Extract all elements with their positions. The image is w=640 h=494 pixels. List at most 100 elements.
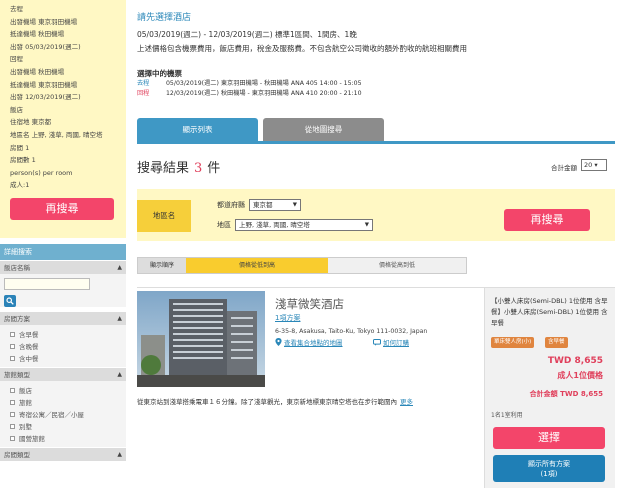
chevron-up-icon: ▲ bbox=[117, 451, 122, 458]
per-page-value: 20 bbox=[584, 161, 593, 169]
return-arrive-airport: 抵達機場 東京羽田機場 bbox=[10, 80, 78, 89]
area-label: 地區名 bbox=[137, 200, 191, 232]
lodging-type-section: 旅館類型 ▲ 飯店 旅館 寄宿公寓／民宿／小屋 別墅 國營旅館 bbox=[0, 367, 126, 447]
lodging-option-guesthouse[interactable]: 寄宿公寓／民宿／小屋 bbox=[10, 408, 122, 420]
how-to-book-link[interactable]: 如何訂購 bbox=[373, 337, 409, 347]
prefecture-select[interactable]: 東京都 ▼ bbox=[249, 199, 301, 211]
sort-label: 顯示順序 bbox=[138, 258, 186, 273]
lodging-option-hotel[interactable]: 飯店 bbox=[10, 384, 122, 396]
results-suffix: 件 bbox=[207, 161, 221, 176]
room-price: TWD 8,655 bbox=[547, 356, 603, 366]
booking-summary: 去程 出發機場 東京羽田機場 抵達機場 秋田機場 出發 05/03/2019(週… bbox=[0, 0, 126, 238]
show-all-plans-label: 顯示所有方案 bbox=[528, 460, 570, 468]
hotel-photo[interactable] bbox=[137, 291, 265, 387]
room-type-section-toggle[interactable]: 房間類型 ▲ bbox=[0, 447, 126, 461]
return-date: 出發 12/03/2019(週二) bbox=[10, 93, 81, 102]
return-flight-tag: 回程 bbox=[137, 90, 150, 97]
hotel-name-section-title: 飯店名稱 bbox=[4, 264, 30, 272]
lodging-option-national-inn[interactable]: 國營旅館 bbox=[10, 432, 122, 444]
price-note: 上述價格包含機票費用，飯店費用，稅金及服務費。不包含航空公司徵收的額外酌收的航班… bbox=[137, 44, 467, 53]
sort-price-high-to-low[interactable]: 價格從高到低 bbox=[328, 258, 466, 273]
show-all-plans-button[interactable]: 顯示所有方案 (1項) bbox=[493, 455, 605, 482]
lodging-option-label: 別墅 bbox=[19, 423, 32, 431]
region-row: 地區 上野, 淺草, 両國, 晴空塔 ▼ bbox=[217, 219, 373, 231]
stay-prefecture: 住宿地 東京都 bbox=[10, 118, 52, 127]
results-prefix: 搜尋結果 bbox=[137, 161, 190, 176]
results-title: 搜尋結果 3 件 bbox=[137, 157, 220, 176]
meal-plan-section-title: 房間方案 bbox=[4, 315, 30, 323]
outbound-arrive-airport: 抵達機場 秋田機場 bbox=[10, 30, 65, 39]
sidebar-research-button[interactable]: 再搜尋 bbox=[10, 197, 114, 220]
outbound-flight-tag: 去程 bbox=[137, 80, 150, 87]
return-flight-detail: 12/03/2019(週二) 秋田機場 - 東京羽田機場 ANA 410 20:… bbox=[166, 90, 362, 97]
prefecture-value: 東京都 bbox=[253, 201, 273, 209]
meal-option-dinner[interactable]: 含晚餐 bbox=[10, 340, 122, 352]
region-label: 地區 bbox=[217, 221, 231, 229]
per-adult-price-label: 成人1位價格 bbox=[557, 371, 603, 380]
chevron-up-icon: ▲ bbox=[117, 264, 122, 271]
chevron-down-icon: ▾ bbox=[594, 161, 598, 169]
more-link[interactable]: 更多 bbox=[400, 398, 413, 406]
return-flight-row: 回程 12/03/2019(週二) 秋田機場 - 東京羽田機場 ANA 410 … bbox=[137, 89, 615, 99]
room-count: 房間 1 bbox=[10, 143, 30, 152]
meal-option-label: 含早餐 bbox=[19, 331, 39, 339]
return-label: 回程 bbox=[10, 55, 23, 64]
meal-option-breakfast[interactable]: 含早餐 bbox=[10, 328, 122, 340]
plan-count-link[interactable]: 1項方案 bbox=[275, 313, 300, 323]
checkbox[interactable] bbox=[10, 387, 15, 393]
sidebar: 去程 出發機場 東京羽田機場 抵達機場 秋田機場 出發 05/03/2019(週… bbox=[0, 0, 126, 494]
prefecture-row: 都道府縣 東京都 ▼ bbox=[217, 199, 301, 211]
adult-count: 成人:1 bbox=[10, 181, 30, 190]
room-plan-panel: 【小雙人床房(Semi-DBL) 1位使用 含早餐】小雙人床房(Semi-DBL… bbox=[484, 288, 615, 488]
checkbox[interactable] bbox=[10, 355, 15, 361]
hotel-name-input[interactable] bbox=[4, 278, 90, 290]
meal-option-label: 含晚餐 bbox=[19, 343, 39, 351]
lodging-option-label: 飯店 bbox=[19, 387, 32, 395]
meeting-point-map-link-label: 查看集合地點的地圖 bbox=[284, 339, 343, 347]
selected-flights-title: 選擇中的機票 bbox=[137, 69, 182, 78]
hotel-search-button[interactable] bbox=[4, 295, 16, 307]
hotel-name-section-toggle[interactable]: 飯店名稱 ▲ bbox=[0, 260, 126, 274]
total-price-label: 合計金額 bbox=[551, 164, 577, 172]
meal-option-label: 含中餐 bbox=[19, 355, 39, 363]
checkbox[interactable] bbox=[10, 435, 15, 441]
meal-plan-section-toggle[interactable]: 房間方案 ▲ bbox=[0, 311, 126, 325]
meal-badge: 含早餐 bbox=[545, 337, 568, 348]
persons-per-room-label: person(s) per room bbox=[10, 168, 73, 177]
sort-price-low-to-high[interactable]: 價格從低到高 bbox=[186, 258, 328, 273]
stay-area: 地區名 上野, 淺草, 両國, 晴空塔 bbox=[10, 130, 103, 139]
hotel-description: 從東京站到淺草搭乘電車１６分鐘。除了淺草觀光，東京新地標東京晴空塔也在步行範圍內… bbox=[137, 396, 487, 406]
lodging-option-label: 寄宿公寓／民宿／小屋 bbox=[19, 411, 84, 419]
detail-search-header: 詳細搜索 bbox=[0, 244, 126, 260]
checkbox[interactable] bbox=[10, 399, 15, 405]
hotel-card: 淺草微笑酒店 1項方案 6-35-8, Asakusa, Taito-Ku, T… bbox=[137, 287, 615, 488]
region-select[interactable]: 上野, 淺草, 両國, 晴空塔 ▼ bbox=[235, 219, 373, 231]
lodging-option-villa[interactable]: 別墅 bbox=[10, 420, 122, 432]
chevron-up-icon: ▲ bbox=[117, 371, 122, 378]
room-plan-description: 【小雙人床房(Semi-DBL) 1位使用 含早餐】小雙人床房(Semi-DBL… bbox=[491, 297, 608, 327]
chevron-down-icon: ▼ bbox=[364, 222, 369, 228]
checkbox[interactable] bbox=[10, 411, 15, 417]
tab-list-view[interactable]: 顯示列表 bbox=[137, 118, 258, 142]
outbound-depart-airport: 出發機場 東京羽田機場 bbox=[10, 17, 78, 26]
select-button[interactable]: 選擇 bbox=[493, 427, 605, 449]
tab-map-search[interactable]: 從地圖搜尋 bbox=[263, 118, 384, 142]
meal-option-lunch[interactable]: 含中餐 bbox=[10, 352, 122, 364]
checkbox[interactable] bbox=[10, 343, 15, 349]
sort-bar: 顯示順序 價格從低到高 價格從高到低 bbox=[137, 257, 467, 274]
area-research-button[interactable]: 再搜尋 bbox=[504, 209, 590, 231]
lodging-option-label: 國營旅館 bbox=[19, 435, 45, 443]
chevron-up-icon: ▲ bbox=[117, 315, 122, 322]
lodging-type-section-toggle[interactable]: 旅館類型 ▲ bbox=[0, 367, 126, 381]
show-all-plans-count: (1項) bbox=[540, 470, 558, 478]
lodging-option-ryokan[interactable]: 旅館 bbox=[10, 396, 122, 408]
hotel-name[interactable]: 淺草微笑酒店 bbox=[275, 296, 344, 312]
main-content: 請先選擇酒店 05/03/2019(週二) - 12/03/2019(週二) 標… bbox=[137, 0, 615, 494]
area-filter-box: 地區名 都道府縣 東京都 ▼ 地區 上野, 淺草, 両國, 晴空塔 ▼ 再搜尋 bbox=[137, 189, 615, 241]
hotel-address: 6-35-8, Asakusa, Taito-Ku, Tokyo 111-003… bbox=[275, 328, 428, 335]
per-page-select[interactable]: 20 ▾ bbox=[581, 159, 607, 171]
checkbox[interactable] bbox=[10, 331, 15, 337]
checkbox[interactable] bbox=[10, 423, 15, 429]
room-type-section-title: 房間類型 bbox=[4, 451, 30, 459]
meeting-point-map-link[interactable]: 查看集合地點的地圖 bbox=[275, 337, 343, 347]
